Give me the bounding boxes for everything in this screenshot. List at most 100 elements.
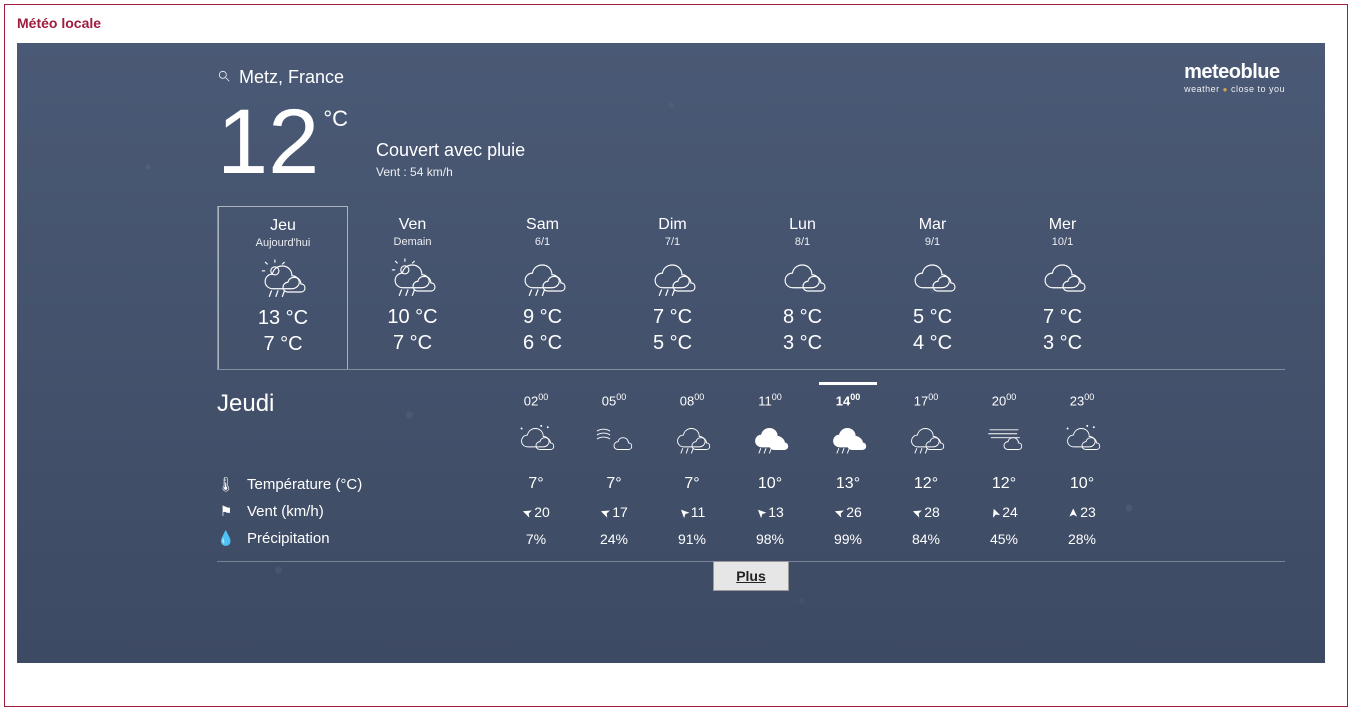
day-sub: 7/1 (608, 236, 737, 248)
hour-wind: ➤11 (653, 504, 731, 520)
location-row[interactable]: Metz, France (217, 67, 1285, 88)
hour-weather-icon (497, 418, 575, 465)
wind-direction-icon: ➤ (987, 506, 1004, 520)
day-name: Jeu (219, 217, 347, 235)
brand-logo[interactable]: meteoblue weather●close to you (1184, 61, 1285, 94)
day-high: 9 °C (478, 304, 607, 330)
hour-temp: 7° (575, 475, 653, 493)
weather-card: meteoblue weather●close to you Metz, Fra… (17, 43, 1325, 663)
day-sub: Demain (348, 236, 477, 248)
location-name: Metz, France (239, 67, 344, 88)
hour-column-header[interactable]: 2000 (965, 388, 1043, 408)
forecast-day[interactable]: Dim 7/1 7 °C 5 °C (608, 206, 738, 369)
current-temperature: 12 °C (217, 96, 348, 188)
weather-icon (868, 254, 997, 302)
hour-wind: ➤23 (1043, 504, 1121, 520)
day-name: Mer (998, 216, 1127, 234)
search-icon (217, 69, 231, 86)
hour-wind: ➤24 (965, 504, 1043, 520)
hour-temp: 12° (965, 475, 1043, 493)
day-name: Mar (868, 216, 997, 234)
hour-precip: 28% (1043, 531, 1121, 547)
wind-direction-icon: ➤ (832, 505, 846, 522)
hour-column-header[interactable]: 2300 (1043, 388, 1121, 408)
day-high: 13 °C (219, 305, 347, 331)
wind-direction-icon: ➤ (1066, 508, 1080, 518)
row-label-wind: ⚑Vent (km/h) (217, 503, 497, 520)
day-high: 8 °C (738, 304, 867, 330)
widget-title: Météo locale (17, 15, 1335, 31)
forecast-day[interactable]: Ven Demain 10 °C 7 °C (348, 206, 478, 369)
hour-temp: 7° (653, 475, 731, 493)
hour-wind: ➤26 (809, 504, 887, 520)
forecast-days-row: Jeu Aujourd'hui 13 °C 7 °C Ven Demain 10… (217, 206, 1285, 370)
hour-weather-icon (1043, 418, 1121, 465)
hour-precip: 99% (809, 531, 887, 547)
hour-weather-icon (575, 418, 653, 465)
hour-column-header[interactable]: 0200 (497, 388, 575, 408)
wind-direction-icon: ➤ (753, 504, 770, 521)
hour-precip: 24% (575, 531, 653, 547)
hour-temp: 13° (809, 475, 887, 493)
hour-wind: ➤20 (497, 504, 575, 520)
hour-column-header[interactable]: 1400 (809, 388, 887, 408)
weather-icon (478, 254, 607, 302)
wind-direction-icon: ➤ (598, 505, 612, 522)
wind-direction-icon: ➤ (675, 504, 692, 521)
day-low: 4 °C (868, 330, 997, 356)
hourly-grid: 02000500080011001400170020002300 🌡Tempéra… (217, 388, 1285, 562)
brand-tagline: weather●close to you (1184, 84, 1285, 94)
hour-wind: ➤28 (887, 504, 965, 520)
hour-precip: 91% (653, 531, 731, 547)
day-sub: 9/1 (868, 236, 997, 248)
hour-column-header[interactable]: 0500 (575, 388, 653, 408)
day-high: 7 °C (608, 304, 737, 330)
weather-icon (219, 255, 347, 303)
hour-wind: ➤17 (575, 504, 653, 520)
more-button[interactable]: Plus (713, 561, 789, 591)
day-sub: Aujourd'hui (219, 237, 347, 249)
day-name: Ven (348, 216, 477, 234)
forecast-day[interactable]: Mar 9/1 5 °C 4 °C (868, 206, 998, 369)
weather-icon (738, 254, 867, 302)
day-high: 10 °C (348, 304, 477, 330)
thermometer-icon: 🌡 (217, 476, 235, 493)
forecast-day[interactable]: Sam 6/1 9 °C 6 °C (478, 206, 608, 369)
day-sub: 6/1 (478, 236, 607, 248)
day-sub: 10/1 (998, 236, 1127, 248)
flag-icon: ⚑ (217, 503, 235, 520)
forecast-day[interactable]: Jeu Aujourd'hui 13 °C 7 °C (218, 206, 348, 369)
current-description: Couvert avec pluie (376, 140, 525, 161)
day-high: 7 °C (998, 304, 1127, 330)
weather-icon (348, 254, 477, 302)
wind-direction-icon: ➤ (910, 505, 924, 522)
hour-temp: 10° (1043, 475, 1121, 493)
wind-direction-icon: ➤ (520, 505, 534, 522)
hour-temp: 7° (497, 475, 575, 493)
hour-temp: 10° (731, 475, 809, 493)
hour-column-header[interactable]: 1100 (731, 388, 809, 408)
day-name: Lun (738, 216, 867, 234)
forecast-day[interactable]: Lun 8/1 8 °C 3 °C (738, 206, 868, 369)
day-low: 7 °C (219, 331, 347, 357)
hour-column-header[interactable]: 0800 (653, 388, 731, 408)
hour-weather-icon (653, 418, 731, 465)
day-low: 3 °C (738, 330, 867, 356)
hour-column-header[interactable]: 1700 (887, 388, 965, 408)
hour-weather-icon (809, 418, 887, 465)
day-low: 3 °C (998, 330, 1127, 356)
day-sub: 8/1 (738, 236, 867, 248)
row-label-temp: 🌡Température (°C) (217, 476, 497, 493)
hour-weather-icon (887, 418, 965, 465)
row-label-precip: 💧Précipitation (217, 530, 497, 547)
brand-name: meteoblue (1184, 61, 1285, 84)
current-conditions: 12 °C Couvert avec pluie Vent : 54 km/h (217, 96, 1285, 188)
day-name: Sam (478, 216, 607, 234)
hour-precip: 84% (887, 531, 965, 547)
day-low: 5 °C (608, 330, 737, 356)
droplet-icon: 💧 (217, 530, 235, 547)
forecast-day[interactable]: Mer 10/1 7 °C 3 °C (998, 206, 1128, 369)
hour-precip: 98% (731, 531, 809, 547)
widget-frame: Météo locale meteoblue weather●close to … (4, 4, 1348, 707)
hour-weather-icon (731, 418, 809, 465)
